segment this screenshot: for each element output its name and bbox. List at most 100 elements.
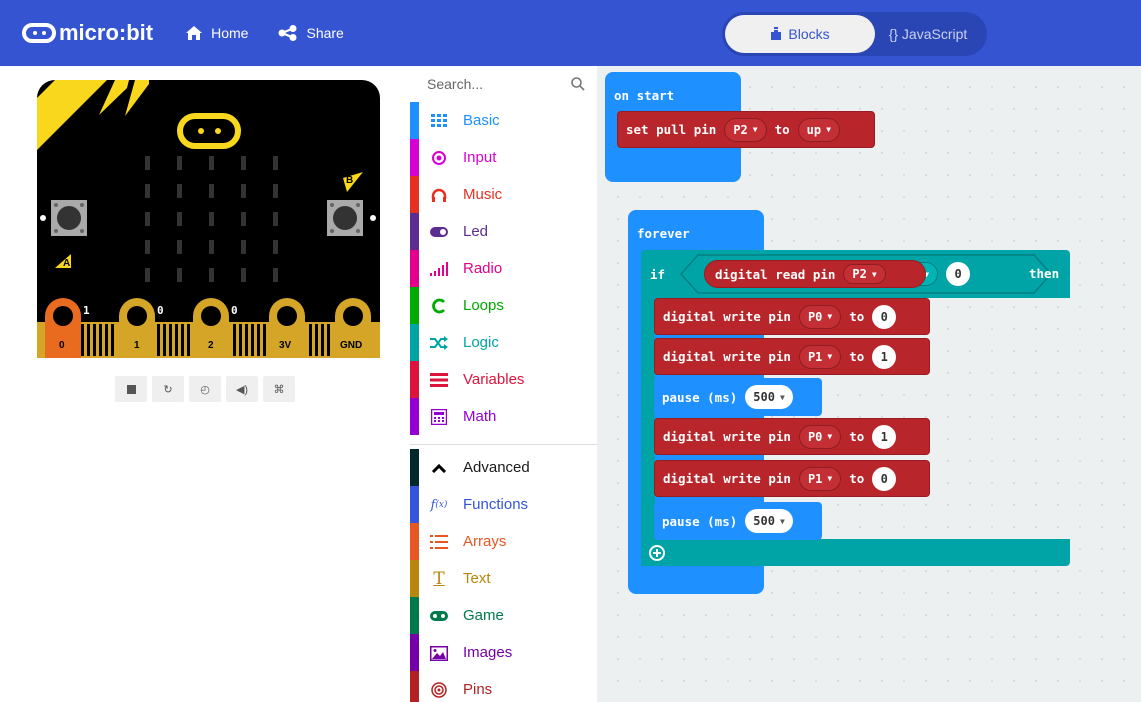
slow-mo-button[interactable]: ◴ [189, 376, 221, 402]
pause-duration-dropdown[interactable]: 500 ▼ [745, 509, 793, 533]
category-color-bar [410, 361, 419, 398]
target-icon [430, 681, 448, 699]
category-color-bar [410, 449, 419, 486]
category-loops[interactable]: Loops [410, 287, 597, 324]
category-led[interactable]: Led [410, 213, 597, 250]
write-value[interactable]: 1 [872, 344, 897, 369]
digital-write-pin-label: digital write pin [663, 349, 791, 364]
share-button[interactable]: Share [278, 25, 344, 41]
if-footer[interactable] [641, 539, 1070, 566]
category-label: Pins [463, 681, 493, 698]
pin-dropdown[interactable]: P2 ▼ [724, 117, 767, 142]
category-game[interactable]: Game [410, 597, 597, 634]
category-arrays[interactable]: Arrays [410, 523, 597, 560]
pin-3v-label: 3V [279, 340, 292, 351]
digital-read-pin-block[interactable]: digital read pin P2 ▼ [704, 260, 926, 288]
read-pin-dropdown[interactable]: P2 ▼ [843, 264, 886, 284]
javascript-tab-label: {} JavaScript [888, 26, 968, 42]
digital-write-pin-block[interactable]: digital write pin P1 ▼ to 0 [654, 460, 930, 497]
write-pin-value: P0 [807, 429, 823, 444]
pause-duration-dropdown[interactable]: 500 ▼ [745, 385, 793, 409]
caret-down-icon: ▼ [827, 474, 833, 483]
category-advanced[interactable]: Advanced [410, 449, 597, 486]
mute-button[interactable]: ◀) [226, 376, 258, 402]
forever-label: forever [637, 226, 690, 241]
editor-toggle: Blocks {} JavaScript [722, 12, 987, 56]
add-else-icon[interactable] [649, 544, 665, 561]
category-math[interactable]: Math [410, 398, 597, 435]
stop-button[interactable] [115, 376, 147, 402]
category-color-bar [410, 634, 419, 671]
category-basic[interactable]: Basic [410, 102, 597, 139]
digital-write-pin-block[interactable]: digital write pin P1 ▼ to 1 [654, 338, 930, 375]
category-variables[interactable]: Variables [410, 361, 597, 398]
digital-write-pin-label: digital write pin [663, 429, 791, 444]
text-icon: T [433, 569, 445, 589]
share-icon [278, 25, 297, 41]
write-pin-dropdown[interactable]: P1 ▼ [798, 466, 842, 491]
category-text[interactable]: T Text [410, 560, 597, 597]
pin-gnd-label: GND [340, 340, 362, 351]
calculator-icon [430, 408, 448, 426]
set-pull-pin-block[interactable]: set pull pin P2 ▼ to up ▼ [617, 111, 875, 148]
caret-down-icon: ▼ [779, 392, 785, 402]
loop-arrow-icon [430, 297, 448, 315]
caret-down-icon: ▼ [826, 125, 831, 134]
search-input[interactable]: Search... [427, 76, 571, 92]
write-pin-dropdown[interactable]: P0 ▼ [798, 304, 842, 329]
pin-2-label: 2 [208, 340, 214, 351]
category-label: Input [463, 149, 497, 166]
digital-write-pin-block[interactable]: digital write pin P0 ▼ to 1 [654, 418, 930, 455]
pause-block[interactable]: pause (ms) 500 ▼ [654, 378, 822, 416]
toolbox-search[interactable]: Search... [410, 66, 597, 102]
blocks-tab[interactable]: Blocks [725, 15, 875, 53]
category-pins[interactable]: Pins [410, 671, 597, 702]
digital-write-pin-label: digital write pin [663, 471, 791, 486]
microbit-logo-icon [22, 23, 56, 43]
radio-button-icon [430, 149, 448, 167]
numbered-list-icon [430, 533, 448, 551]
stop-icon [126, 384, 136, 394]
microbit-logo[interactable]: micro:bit [22, 20, 153, 46]
search-icon [571, 77, 585, 91]
category-label: Led [463, 223, 489, 240]
pull-mode-dropdown[interactable]: up ▼ [797, 117, 840, 142]
category-label: Math [463, 408, 497, 425]
javascript-tab[interactable]: {} JavaScript [872, 15, 984, 53]
pause-duration-value: 500 [753, 514, 775, 528]
chevron-up-icon [430, 459, 448, 477]
shuffle-icon [430, 334, 448, 352]
write-value[interactable]: 0 [872, 304, 897, 329]
blocks-workspace[interactable]: on start set pull pin P2 ▼ to up ▼ forever… [597, 66, 1141, 702]
category-functions[interactable]: f (x) Functions [410, 486, 597, 523]
microbit-board[interactable]: A B 0 1 2 3V GND 1 0 0 [37, 80, 380, 358]
pause-block[interactable]: pause (ms) 500 ▼ [654, 502, 822, 540]
category-music[interactable]: Music [410, 176, 597, 213]
category-color-bar [410, 287, 419, 324]
toolbox-divider [410, 444, 597, 445]
category-color-bar [410, 102, 419, 139]
category-color-bar [410, 250, 419, 287]
fullscreen-button[interactable]: ⌘ [263, 376, 295, 402]
toolbox: Search... Basic Input Music Led Radio Lo… [410, 66, 597, 702]
compare-value[interactable]: 0 [946, 262, 971, 286]
digital-write-pin-block[interactable]: digital write pin P0 ▼ to 0 [654, 298, 930, 335]
write-value[interactable]: 1 [872, 424, 897, 449]
category-radio[interactable]: Radio [410, 250, 597, 287]
caret-down-icon: ▼ [827, 312, 833, 321]
category-logic[interactable]: Logic [410, 324, 597, 361]
category-color-bar [410, 398, 419, 435]
category-color-bar [410, 486, 419, 523]
toggle-icon [430, 223, 448, 241]
category-input[interactable]: Input [410, 139, 597, 176]
home-button[interactable]: Home [185, 25, 248, 41]
simulator-controls: ↻ ◴ ◀) ⌘ [115, 376, 300, 402]
digital-read-pin-label: digital read pin [715, 266, 836, 282]
write-value[interactable]: 0 [872, 466, 897, 491]
category-label: Variables [463, 371, 525, 388]
restart-button[interactable]: ↻ [152, 376, 184, 402]
write-pin-dropdown[interactable]: P0 ▼ [798, 424, 842, 449]
pause-duration-value: 500 [753, 390, 775, 404]
write-pin-dropdown[interactable]: P1 ▼ [798, 344, 842, 369]
category-images[interactable]: Images [410, 634, 597, 671]
